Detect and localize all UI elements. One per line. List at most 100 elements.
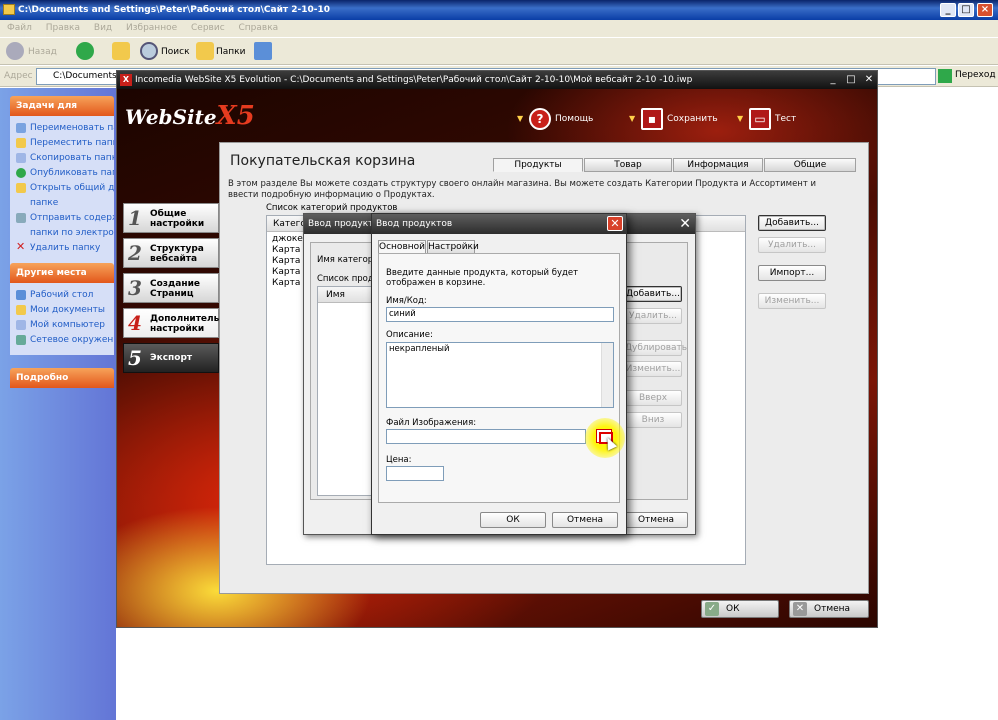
- tab-information[interactable]: Информация: [673, 158, 763, 172]
- dialog2-cancel-button[interactable]: Отмена: [552, 512, 618, 528]
- save-dropdown-icon[interactable]: ▼: [629, 107, 635, 131]
- step-site-structure[interactable]: 2 Структура вебсайта: [123, 238, 219, 268]
- remove-product-button[interactable]: Удалить...: [624, 308, 682, 324]
- edit-category-button[interactable]: Изменить...: [758, 293, 826, 309]
- description-textarea[interactable]: некрапленый: [386, 342, 614, 408]
- step-general-settings[interactable]: 1 Общие настройки: [123, 203, 219, 233]
- product-list[interactable]: Имя: [317, 286, 375, 496]
- menu-edit[interactable]: Правка: [46, 23, 80, 33]
- folder-up-icon[interactable]: [112, 42, 130, 60]
- places-header[interactable]: Другие места: [10, 263, 114, 283]
- move-up-button[interactable]: Вверх: [624, 390, 682, 406]
- go-label[interactable]: Переход: [955, 70, 996, 80]
- description-scrollbar[interactable]: [601, 343, 613, 407]
- page-title: Покупательская корзина: [230, 153, 416, 169]
- app-maximize-button[interactable]: □: [843, 73, 859, 87]
- explorer-title: C:\Documents and Settings\Peter\Рабочий …: [18, 5, 331, 15]
- minimize-button[interactable]: _: [940, 3, 956, 17]
- dialog2-intro: Введите данные продукта, который будет о…: [386, 268, 579, 288]
- app-close-button[interactable]: ✕: [861, 73, 877, 87]
- close-button[interactable]: ×: [977, 3, 993, 17]
- step-number: 4: [128, 311, 142, 335]
- cancel-button[interactable]: ✕ Отмена: [789, 600, 869, 618]
- test-dropdown-icon[interactable]: ▼: [737, 107, 743, 131]
- step-advanced-settings[interactable]: 4 Дополнительные настройки: [123, 308, 240, 338]
- step-create-pages[interactable]: 3 Создание Страниц: [123, 273, 219, 303]
- forward-arrow-icon[interactable]: [76, 42, 94, 60]
- task-email[interactable]: Отправить содержи: [16, 211, 114, 226]
- go-icon[interactable]: [938, 69, 952, 83]
- help-label: Помощь: [555, 114, 594, 124]
- name-input[interactable]: синий: [386, 307, 614, 322]
- delete-icon: ✕: [16, 241, 26, 253]
- details-header[interactable]: Подробно: [10, 368, 114, 388]
- search-icon[interactable]: [140, 42, 158, 60]
- menu-view[interactable]: Вид: [94, 23, 112, 33]
- remove-category-button[interactable]: Удалить...: [758, 237, 826, 253]
- search-button-label[interactable]: Поиск: [161, 44, 190, 60]
- add-category-button[interactable]: Добавить...: [758, 215, 826, 231]
- computer-icon: [16, 320, 26, 330]
- duplicate-product-button[interactable]: Дублировать: [624, 340, 687, 356]
- task-share-cont[interactable]: папке: [16, 196, 114, 211]
- menu-favorites[interactable]: Избранное: [126, 23, 177, 33]
- folders-button-label[interactable]: Папки: [216, 44, 245, 60]
- network-icon: [16, 335, 26, 345]
- tab-products[interactable]: Продукты: [493, 158, 583, 172]
- import-button[interactable]: Импорт...: [758, 265, 826, 281]
- folders-icon[interactable]: [196, 42, 214, 60]
- maximize-button[interactable]: □: [958, 3, 974, 17]
- task-publish[interactable]: Опубликовать папку: [16, 166, 114, 181]
- image-file-input[interactable]: [386, 429, 586, 444]
- help-dropdown-icon[interactable]: ▼: [517, 107, 523, 131]
- test-button[interactable]: ▼ ▭ Тест: [737, 107, 797, 131]
- step-label: Структура: [150, 244, 204, 254]
- explorer-toolbar: Назад Поиск Папки: [0, 37, 998, 65]
- tasks-header[interactable]: Задачи для файлов и: [10, 96, 114, 131]
- folder-icon: [3, 4, 15, 15]
- dialog2-close-button[interactable]: ✕: [607, 216, 623, 231]
- dialog2-title: Ввод продуктов: [376, 219, 453, 229]
- product-list-header[interactable]: Имя: [318, 287, 374, 303]
- views-icon[interactable]: [254, 42, 272, 60]
- dialog2-ok-button[interactable]: ОК: [480, 512, 546, 528]
- task-copy[interactable]: Скопировать папку: [16, 151, 114, 166]
- place-computer[interactable]: Мой компьютер: [16, 318, 114, 333]
- description-label: Описание:: [386, 330, 433, 340]
- app-minimize-button[interactable]: _: [825, 73, 841, 87]
- place-desktop[interactable]: Рабочий стол: [16, 288, 114, 303]
- category-name-label: Имя категори: [317, 255, 379, 265]
- menu-file[interactable]: Файл: [7, 23, 32, 33]
- task-delete[interactable]: ✕ Удалить папку: [16, 241, 114, 256]
- add-product-button[interactable]: Добавить...: [624, 286, 682, 302]
- dialog-close-icon[interactable]: ✕: [679, 215, 691, 233]
- place-documents[interactable]: Мои документы: [16, 303, 114, 318]
- edit-product-button[interactable]: Изменить...: [624, 361, 682, 377]
- step-export[interactable]: 5 Экспорт: [123, 343, 219, 373]
- step-label: Экспорт: [150, 353, 193, 363]
- save-button[interactable]: ▼ ▪ Сохранить: [629, 107, 718, 131]
- ok-button[interactable]: ✓ ОК: [701, 600, 779, 618]
- tab-goods[interactable]: Товар: [584, 158, 672, 172]
- share-icon: [16, 183, 26, 193]
- save-label: Сохранить: [667, 114, 718, 124]
- step-label: настройки: [150, 324, 205, 334]
- tab-basic[interactable]: Основной: [378, 240, 426, 254]
- task-move[interactable]: Переместить папку: [16, 136, 114, 151]
- tab-settings[interactable]: Настройки: [427, 240, 479, 254]
- back-button-label[interactable]: Назад: [28, 44, 57, 60]
- menu-tools[interactable]: Сервис: [191, 23, 225, 33]
- dialog1-cancel-button[interactable]: Отмена: [624, 512, 688, 528]
- price-input[interactable]: [386, 466, 444, 481]
- back-arrow-icon[interactable]: [6, 42, 24, 60]
- help-button[interactable]: ▼ ? Помощь: [517, 107, 594, 131]
- task-share[interactable]: Открыть общий до: [16, 181, 114, 196]
- step-number: 5: [128, 346, 142, 370]
- move-down-button[interactable]: Вниз: [624, 412, 682, 428]
- place-network[interactable]: Сетевое окружен: [16, 333, 114, 348]
- task-email-cont[interactable]: папки по электрон: [16, 226, 114, 241]
- menu-help[interactable]: Справка: [239, 23, 279, 33]
- tab-general[interactable]: Общие: [764, 158, 856, 172]
- task-rename[interactable]: Переименовать папк: [16, 121, 114, 136]
- test-label: Тест: [775, 114, 797, 124]
